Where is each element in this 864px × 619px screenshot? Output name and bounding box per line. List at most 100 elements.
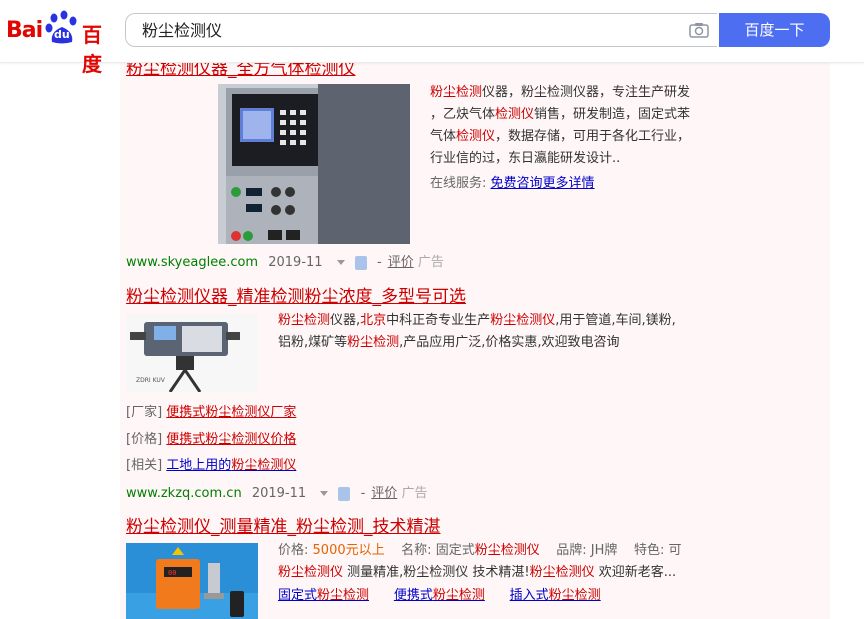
svg-text:00: 00 [168, 569, 176, 577]
sublink-label: [价格] [126, 432, 163, 447]
result-2-desc-1: 粉尘检测仪器,北京中科正奇专业生产粉尘检测仪,用于管道,车间,镁粉, [278, 310, 676, 332]
result-2-url-row: www.zkzq.com.cn 2019-11 - 评价 广告 [126, 482, 433, 501]
sublink-text: 便携式 [166, 405, 206, 420]
desc-text: 北京 [360, 313, 387, 328]
desc-text: 气体 [430, 129, 457, 144]
sublink-text: 粉尘检测仪 [231, 458, 297, 473]
result-2-image[interactable]: ZDRI KUV [126, 314, 258, 392]
desc-text: ,产品应用广泛,价格实惠,欢迎致电咨询 [399, 335, 620, 350]
sublink-text: 粉尘检测仪 [205, 432, 271, 447]
desc-text: 粉尘检测 [347, 335, 400, 350]
result-1-desc-2: ，乙炔气体检测仪销售，研发制造，固定式苯 [430, 104, 690, 126]
desc-text: 行业信的过，东日瀛能研发设计.. [430, 151, 621, 166]
search-input[interactable] [140, 14, 664, 48]
result-1-desc-1: 粉尘检测仪器，粉尘检测仪器，专注生产研发 [430, 82, 690, 104]
svg-text:ZDRI KUV: ZDRI KUV [136, 377, 166, 384]
search-button[interactable]: 百度一下 [719, 13, 830, 47]
result-1-service: 在线服务: 免费咨询更多详情 [430, 173, 595, 195]
result-1-url-row: www.skyeaglee.com 2019-11 - 评价 广告 [126, 251, 450, 270]
result-1-date: 2019-11 [268, 255, 323, 270]
desc-text: 粉尘检测仪 [490, 313, 556, 328]
results-panel: 粉尘检测仪器_全方气体检测仪 粉尘检测仪器，粉尘检测仪器，专注生产研发 ，乙炔气… [120, 56, 830, 619]
desc-text: ,用于管道,车间,镁粉, [555, 313, 676, 328]
dash: - [360, 486, 366, 501]
sublink-text: 便携式 [166, 432, 206, 447]
link-text: 插入式 [509, 588, 549, 603]
feature-label: 特色: [633, 543, 665, 558]
result-3-desc: 粉尘检测仪 测量精准,粉尘检测仪 技术精湛!粉尘检测仪 欢迎新老客... [278, 562, 676, 584]
service-label: 在线服务: [430, 176, 487, 191]
review-link[interactable]: 评价 [388, 255, 414, 270]
dust-meter-image: ZDRI KUV [126, 314, 258, 392]
search-box[interactable] [125, 13, 717, 48]
result-1-desc-3: 气体检测仪，数据存储，可用于各化工行业， [430, 126, 690, 148]
sublink[interactable]: 工地上用的粉尘检测仪 [166, 458, 296, 473]
desc-text: ，数据存储，可用于各化工行业， [495, 129, 691, 144]
review-link[interactable]: 评价 [371, 486, 397, 501]
result-2-sublink-3: [相关] 工地上用的粉尘检测仪 [126, 455, 296, 477]
price-value: 5000元以上 [312, 543, 385, 558]
link-text: 便携式 [393, 588, 433, 603]
sublink[interactable]: 便携式粉尘检测仪价格 [166, 432, 296, 447]
sublink-label: [厂家] [126, 405, 163, 420]
name-value-em: 粉尘检测仪 [474, 543, 540, 558]
sublink-text: 工地上用的 [166, 458, 232, 473]
dropdown-icon[interactable] [336, 260, 345, 265]
sublink-text: 粉尘检测仪 [205, 405, 271, 420]
desc-text: 检测仪 [456, 129, 496, 144]
dash: - [376, 255, 382, 270]
sublink[interactable]: 便携式粉尘检测仪厂家 [166, 405, 296, 420]
result-2-sublink-2: [价格] 便携式粉尘检测仪价格 [126, 429, 296, 451]
brand-label: 品牌: [556, 543, 587, 558]
logo-cn: 百度 [82, 23, 102, 76]
desc-text: 铝粉,煤矿等 [278, 335, 348, 350]
desc-text: 粉尘检测仪 [278, 565, 344, 580]
result-1-url[interactable]: www.skyeaglee.com [126, 255, 258, 270]
sublink-text: 价格 [270, 432, 297, 447]
desc-text: 仪器, [330, 313, 361, 328]
header-bar: Bai du 百度 百度一下 [0, 0, 864, 76]
ad-label: 广告 [417, 255, 444, 270]
result-2-url[interactable]: www.zkzq.com.cn [126, 486, 242, 501]
logo-du: du [54, 28, 70, 41]
sublink-label: [相关] [126, 458, 163, 473]
desc-text: 测量精准,粉尘检测仪 技术精湛! [343, 565, 530, 580]
product-link-fixed[interactable]: 固定式粉尘检测 [278, 588, 369, 603]
service-link[interactable]: 免费咨询更多详情 [491, 176, 595, 191]
feature-value: 可 [668, 543, 682, 558]
name-value: 固定式 [435, 543, 475, 558]
product-link-insert[interactable]: 插入式粉尘检测 [510, 588, 601, 603]
brand-value: JH牌 [590, 543, 618, 558]
ad-label: 广告 [401, 486, 428, 501]
desc-text: 检测仪 [495, 107, 535, 122]
desc-text: 销售，研发制造，固定式苯 [534, 107, 691, 122]
desc-text: 仪器，粉尘检测仪器，专注生产研发 [482, 85, 691, 100]
product-link-portable[interactable]: 便携式粉尘检测 [394, 588, 485, 603]
desc-text: 粉尘检测仪 [529, 565, 595, 580]
fixed-detector-image: 00 [126, 543, 258, 619]
result-1-image[interactable] [218, 84, 410, 244]
verified-icon[interactable] [354, 255, 367, 270]
link-text: 粉尘检测 [317, 588, 370, 603]
result-3-title[interactable]: 粉尘检测仪_测量精准_粉尘检测_技术精湛 [126, 512, 441, 537]
camera-icon[interactable] [689, 22, 709, 38]
result-2-date: 2019-11 [251, 486, 307, 501]
verified-icon[interactable] [338, 486, 351, 501]
desc-text: 中科正奇专业生产 [386, 313, 491, 328]
device-panel-image [218, 84, 410, 244]
sublink-text: 厂家 [270, 405, 297, 420]
result-3-image[interactable]: 00 [126, 543, 258, 619]
result-3-attrs: 价格: 5000元以上 名称: 固定式粉尘检测仪 品牌: JH牌 特色: 可 [278, 540, 681, 562]
price-label: 价格: [278, 543, 309, 558]
result-2-desc-2: 铝粉,煤矿等粉尘检测,产品应用广泛,价格实惠,欢迎致电咨询 [278, 332, 620, 354]
result-2-title[interactable]: 粉尘检测仪器_精准检测粉尘浓度_多型号可选 [126, 282, 466, 307]
desc-text: 欢迎新老客... [594, 565, 677, 580]
baidu-logo[interactable]: Bai du 百度 [6, 10, 118, 76]
desc-text: ，乙炔气体 [430, 107, 496, 122]
desc-text: 粉尘检测 [278, 313, 331, 328]
result-3-links: 固定式粉尘检测 便携式粉尘检测 插入式粉尘检测 [278, 585, 601, 607]
result-1-desc-4: 行业信的过，东日瀛能研发设计.. [430, 148, 620, 170]
dropdown-icon[interactable] [320, 491, 329, 496]
desc-text: 粉尘检测 [430, 85, 483, 100]
name-label: 名称: [401, 543, 432, 558]
